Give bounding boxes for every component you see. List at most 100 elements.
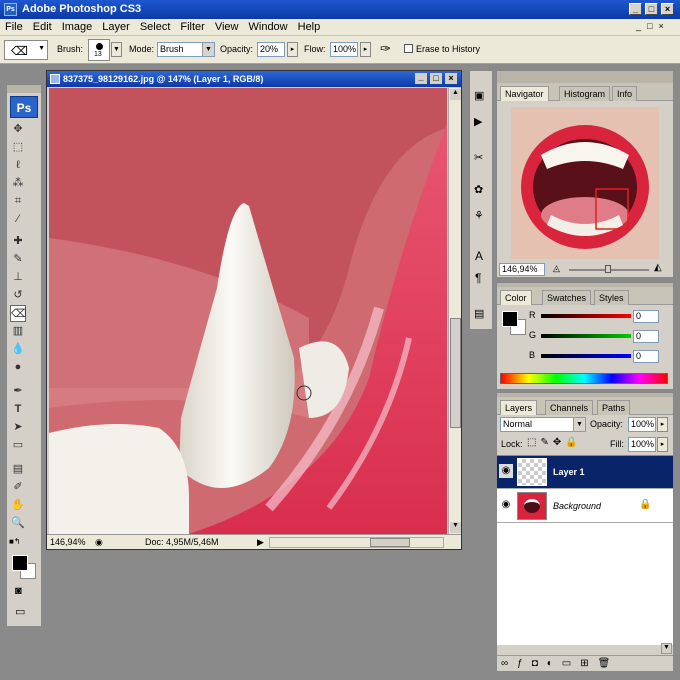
scroll-up-button[interactable]: ▲	[450, 89, 461, 100]
image-canvas[interactable]	[49, 88, 447, 534]
actions-panel-icon[interactable]: ▶	[474, 115, 482, 128]
doc-maximize-button[interactable]: □	[430, 73, 442, 84]
blue-slider[interactable]	[541, 354, 631, 358]
menu-layer[interactable]: Layer	[97, 19, 135, 33]
panel-grip[interactable]	[497, 71, 673, 83]
tab-swatches[interactable]: Swatches	[542, 290, 592, 305]
zoom-in-icon[interactable]: ◭	[654, 262, 662, 273]
fill-field[interactable]: 100%	[628, 437, 656, 452]
blue-value[interactable]: 0	[633, 350, 659, 363]
foreground-color-swatch[interactable]	[12, 555, 28, 571]
type-tool-icon[interactable]: T	[10, 401, 26, 418]
layer-row[interactable]: ◉ Background 🔒	[497, 490, 673, 523]
tool-presets-icon[interactable]: ✂	[474, 151, 483, 164]
scroll-down-button[interactable]: ▼	[450, 522, 461, 533]
fill-slider-button[interactable]: ▸	[657, 437, 668, 452]
brush-tool-icon[interactable]: ✎	[10, 251, 26, 268]
red-slider[interactable]	[541, 314, 631, 318]
zoom-level[interactable]: 146,94%	[50, 535, 86, 549]
menu-select[interactable]: Select	[135, 19, 176, 33]
path-select-icon[interactable]: ➤	[10, 419, 26, 436]
slice-tool-icon[interactable]: ∕	[10, 211, 26, 228]
clone-stamp-icon[interactable]: ⊥	[10, 269, 26, 286]
erase-history-checkbox[interactable]	[404, 44, 413, 53]
hand-tool-icon[interactable]: ✋	[10, 497, 26, 514]
document-title-bar[interactable]: 837375_98129162.jpg @ 147% (Layer 1, RGB…	[47, 71, 461, 87]
brush-picker[interactable]: 13	[88, 39, 110, 61]
panel-grip[interactable]	[7, 85, 41, 93]
mode-select[interactable]: Brush ▼	[157, 42, 215, 57]
eraser-tool-icon[interactable]: ⌫	[10, 305, 27, 322]
horizontal-scrollbar[interactable]	[269, 537, 444, 548]
layer-comps-icon[interactable]: ▤	[474, 307, 484, 320]
blend-mode-select[interactable]: Normal ▼	[500, 417, 586, 432]
visibility-eye-icon[interactable]: ◉	[499, 498, 513, 512]
green-slider[interactable]	[541, 334, 631, 338]
status-options-icon[interactable]: ◉	[95, 535, 103, 549]
color-spectrum-bar[interactable]	[500, 373, 668, 384]
tab-layers[interactable]: Layers	[500, 400, 538, 415]
marquee-tool-icon[interactable]: ⬚	[10, 139, 26, 156]
tab-channels[interactable]: Channels	[545, 400, 594, 415]
h-scroll-thumb[interactable]	[370, 538, 410, 547]
doc-minimize-button[interactable]: _	[415, 73, 427, 84]
menu-filter[interactable]: Filter	[175, 19, 209, 33]
scroll-thumb[interactable]	[450, 318, 461, 428]
layers-footer-toolbar[interactable]: ∞ƒ◘◐▭⊞🗑	[497, 655, 673, 671]
navigator-thumbnail[interactable]	[511, 107, 659, 259]
gradient-tool-icon[interactable]: ▥	[10, 323, 26, 340]
healing-brush-icon[interactable]: ✚	[10, 233, 26, 250]
crop-tool-icon[interactable]: ⌗	[10, 193, 26, 210]
layers-scroll-down-button[interactable]: ▼	[661, 643, 672, 654]
tab-histogram[interactable]: Histogram	[559, 86, 611, 101]
blur-tool-icon[interactable]: 💧	[10, 341, 26, 358]
brushes-panel-icon[interactable]: ✿	[474, 183, 483, 196]
history-brush-icon[interactable]: ↺	[10, 287, 26, 304]
layer-row[interactable]: ◉ Layer 1	[497, 456, 673, 489]
brush-dropdown-button[interactable]: ▼	[111, 42, 122, 57]
menu-image[interactable]: Image	[57, 19, 98, 33]
menu-window[interactable]: Window	[244, 19, 293, 33]
zoom-tool-icon[interactable]: 🔍	[10, 515, 26, 532]
shape-tool-icon[interactable]: ▭	[10, 437, 26, 454]
clone-source-icon[interactable]: ⚘	[474, 209, 484, 222]
tool-preset-picker[interactable]: ⌫ ▼	[4, 40, 48, 60]
tab-navigator[interactable]: Navigator	[500, 86, 549, 101]
opacity-slider-button[interactable]: ▸	[287, 42, 298, 57]
menu-view[interactable]: View	[210, 19, 244, 33]
red-value[interactable]: 0	[633, 310, 659, 323]
photoshop-logo-icon[interactable]: Ps	[10, 96, 38, 118]
magic-wand-tool-icon[interactable]: ⁂	[10, 175, 26, 192]
tab-color[interactable]: Color	[500, 290, 532, 305]
flow-slider-button[interactable]: ▸	[360, 42, 371, 57]
menu-edit[interactable]: Edit	[28, 19, 57, 33]
quick-mask-icon[interactable]: ◙	[15, 585, 22, 597]
lasso-tool-icon[interactable]: ℓ	[10, 157, 26, 174]
menu-help[interactable]: Help	[293, 19, 326, 33]
tab-styles[interactable]: Styles	[594, 290, 629, 305]
visibility-eye-icon[interactable]: ◉	[499, 464, 513, 478]
dodge-tool-icon[interactable]: ●	[10, 359, 26, 376]
character-panel-icon[interactable]: A	[475, 249, 483, 263]
close-button[interactable]: ×	[661, 3, 674, 15]
zoom-slider[interactable]	[569, 265, 649, 273]
paragraph-panel-icon[interactable]: ¶	[475, 271, 481, 285]
color-foreground-swatch[interactable]	[502, 311, 518, 327]
tab-info[interactable]: Info	[612, 86, 638, 101]
doc-close-button[interactable]: ×	[445, 73, 457, 84]
vertical-scrollbar[interactable]: ▲ ▼	[448, 88, 461, 534]
minimize-button[interactable]: _	[629, 3, 642, 15]
history-panel-icon[interactable]: ▣	[474, 89, 484, 102]
navigator-zoom-field[interactable]: 146,94%	[499, 263, 545, 276]
move-tool-icon[interactable]: ✥	[10, 121, 26, 138]
screen-mode-icon[interactable]: ▭	[15, 605, 25, 618]
zoom-slider-thumb[interactable]	[605, 265, 611, 273]
layer-opacity-slider-button[interactable]: ▸	[657, 417, 668, 432]
pen-tool-icon[interactable]: ✒	[10, 383, 26, 400]
zoom-out-icon[interactable]: ◬	[553, 263, 560, 274]
flow-field[interactable]: 100%	[330, 42, 358, 57]
notes-tool-icon[interactable]: ▤	[10, 461, 26, 478]
default-colors-icon[interactable]: ■↰	[9, 537, 21, 546]
menu-file[interactable]: File	[0, 19, 28, 33]
lock-options-icons[interactable]: ⬚✎✥🔒	[527, 437, 582, 448]
